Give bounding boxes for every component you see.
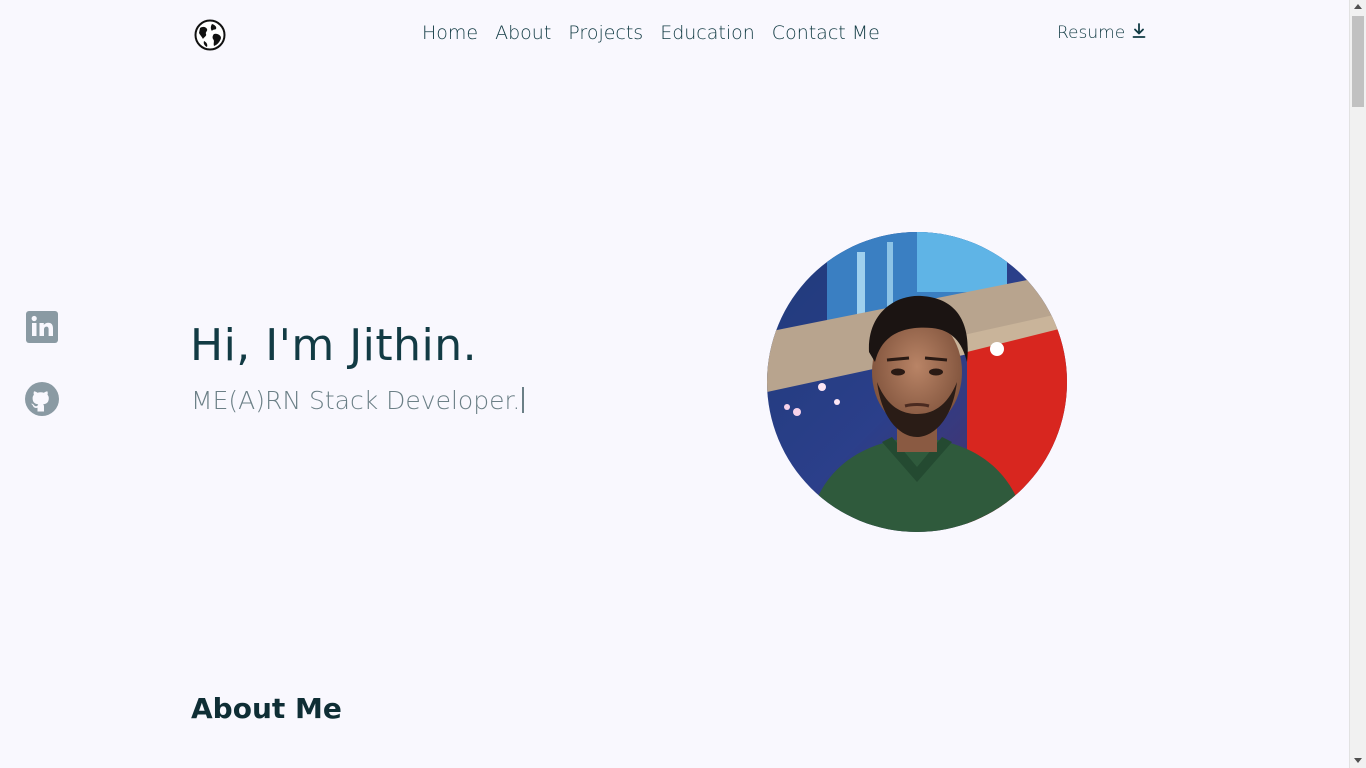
nav-about[interactable]: About [495, 22, 551, 44]
resume-label: Resume [1057, 23, 1126, 43]
profile-photo [767, 232, 1067, 532]
linkedin-icon[interactable] [24, 309, 60, 345]
scroll-up-icon[interactable] [1354, 4, 1362, 9]
scroll-thumb[interactable] [1352, 16, 1364, 107]
scroll-down-icon[interactable] [1354, 758, 1362, 763]
resume-button[interactable]: Resume [1057, 23, 1146, 43]
github-icon[interactable] [24, 381, 60, 417]
main-nav: Home About Projects Education Contact Me [422, 22, 880, 44]
hero-title: Hi, I'm Jithin. [190, 320, 478, 371]
nav-contact[interactable]: Contact Me [772, 22, 880, 44]
nav-home[interactable]: Home [422, 22, 478, 44]
download-icon [1132, 23, 1146, 43]
about-section-title: About Me [191, 692, 342, 725]
globe-icon[interactable] [194, 19, 226, 51]
page-scrollbar[interactable] [1349, 0, 1366, 768]
hero-subtitle-text: ME(A)RN Stack Developer. [191, 386, 521, 415]
typing-cursor [522, 387, 525, 413]
nav-education[interactable]: Education [660, 22, 755, 44]
page: Home About Projects Education Contact Me… [0, 0, 1349, 768]
hero-subtitle: ME(A)RN Stack Developer. [191, 386, 525, 415]
nav-projects[interactable]: Projects [568, 22, 643, 44]
